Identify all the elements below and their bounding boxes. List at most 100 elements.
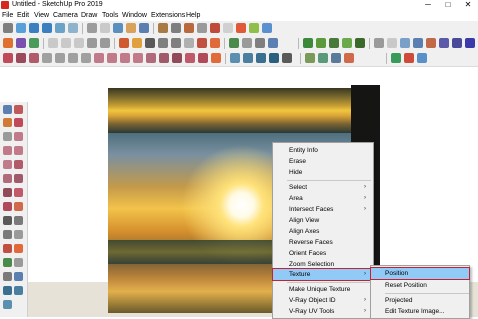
outer-shell-icon[interactable] — [426, 38, 436, 48]
menu-help[interactable]: Help — [186, 11, 200, 20]
menu-item-erase[interactable]: Erase — [273, 156, 373, 167]
follow-me-icon[interactable] — [146, 53, 156, 63]
walk-icon[interactable] — [230, 53, 240, 63]
display-section-icon[interactable] — [465, 38, 475, 48]
share-icon[interactable] — [417, 53, 427, 63]
3d-text-tool-icon[interactable] — [14, 244, 23, 253]
menu-item-align-view[interactable]: Align View — [273, 215, 373, 226]
pencil-icon[interactable] — [14, 118, 23, 127]
polygon-tool-icon[interactable] — [14, 146, 23, 155]
arc-tool-icon[interactable] — [3, 146, 12, 155]
location-icon[interactable] — [305, 53, 315, 63]
intersect-icon[interactable] — [439, 38, 449, 48]
materials-icon[interactable] — [132, 38, 142, 48]
offset-icon[interactable] — [159, 53, 169, 63]
position-camera-icon[interactable] — [256, 53, 266, 63]
menu-item-orient-faces[interactable]: Orient Faces — [273, 248, 373, 259]
polygon-icon[interactable] — [81, 53, 91, 63]
rotate-tool-icon[interactable] — [14, 188, 23, 197]
shaded-icon[interactable] — [113, 23, 123, 33]
push-pull-tool-icon[interactable] — [3, 174, 12, 183]
paste-icon[interactable] — [74, 38, 84, 48]
tape-tool-icon[interactable] — [3, 216, 12, 225]
cube-top-face[interactable] — [108, 88, 351, 133]
warehouse-icon[interactable] — [158, 23, 168, 33]
section-icon[interactable] — [197, 23, 207, 33]
text-tool-icon[interactable] — [184, 38, 194, 48]
menu-extensions[interactable]: Extensions — [151, 11, 185, 20]
menu-item-intersect-faces[interactable]: Intersect Faces › — [273, 204, 373, 215]
solid-trim-icon[interactable] — [400, 38, 410, 48]
advanced-camera-icon[interactable] — [344, 53, 354, 63]
zoom-window-tool-icon[interactable] — [14, 272, 23, 281]
eraser-icon[interactable] — [14, 105, 23, 114]
move-tool-icon[interactable] — [3, 188, 12, 197]
menu-item-hide[interactable]: Hide — [273, 167, 373, 178]
geo-location-icon[interactable] — [318, 53, 328, 63]
tape-measure-icon[interactable] — [145, 38, 155, 48]
follow-me-tool-icon[interactable] — [14, 174, 23, 183]
menu-item-vray-uv-tools[interactable]: V-Ray UV Tools › — [273, 306, 373, 317]
camera-view-icon[interactable] — [16, 23, 26, 33]
solid-split-icon[interactable] — [413, 38, 423, 48]
section-tool-icon[interactable] — [3, 300, 12, 309]
text-tool-icon[interactable] — [14, 230, 23, 239]
menu-item-reverse-faces[interactable]: Reverse Faces — [273, 237, 373, 248]
select-tool-icon[interactable] — [3, 23, 13, 33]
look-around-icon[interactable] — [243, 53, 253, 63]
scale-icon[interactable] — [198, 53, 208, 63]
maximize-button[interactable]: □ — [438, 0, 458, 11]
photo-textures-icon[interactable] — [331, 53, 341, 63]
submenu-item-reset-position[interactable]: Reset Position — [371, 280, 469, 291]
close-button[interactable]: ✕ — [458, 0, 478, 11]
top-view-icon[interactable] — [29, 23, 39, 33]
smoove-icon[interactable] — [316, 38, 326, 48]
pan-tool-icon[interactable] — [14, 258, 23, 267]
cut-icon[interactable] — [48, 38, 58, 48]
minimize-button[interactable]: ─ — [418, 0, 438, 11]
trimble-connect-icon[interactable] — [404, 53, 414, 63]
solid-subtract-icon[interactable] — [387, 38, 397, 48]
rotated-rectangle-icon[interactable] — [55, 53, 65, 63]
sandbox-icon[interactable] — [184, 23, 194, 33]
menu-item-vray-object-id[interactable]: V-Ray Object ID › — [273, 295, 373, 306]
zoom-extents-icon[interactable] — [268, 38, 278, 48]
look-tool-icon[interactable] — [14, 286, 23, 295]
menu-item-area[interactable]: Area › — [273, 193, 373, 204]
component-options-icon[interactable] — [282, 53, 292, 63]
menu-edit[interactable]: Edit — [17, 11, 29, 20]
paint-bucket-icon[interactable] — [119, 38, 129, 48]
flip-icon[interactable] — [211, 53, 221, 63]
dimension-tool-icon[interactable] — [14, 216, 23, 225]
push-pull-icon[interactable] — [133, 53, 143, 63]
section-fill-icon[interactable] — [452, 38, 462, 48]
copy-icon[interactable] — [61, 38, 71, 48]
dimension-icon[interactable] — [158, 38, 168, 48]
vray-material-icon[interactable] — [262, 23, 272, 33]
axes-icon[interactable] — [197, 38, 207, 48]
drape-icon[interactable] — [342, 38, 352, 48]
save-icon[interactable] — [29, 38, 39, 48]
flip-edge-icon[interactable] — [355, 38, 365, 48]
orbit-icon[interactable] — [229, 38, 239, 48]
menu-tools[interactable]: Tools — [102, 11, 118, 20]
offset-tool-icon[interactable] — [14, 202, 23, 211]
3d-text-icon[interactable] — [210, 38, 220, 48]
new-file-icon[interactable] — [3, 38, 13, 48]
submenu-item-projected[interactable]: Projected — [371, 295, 469, 306]
menu-item-select[interactable]: Select › — [273, 182, 373, 193]
protractor-tool-icon[interactable] — [3, 230, 12, 239]
shadow-icon[interactable] — [210, 23, 220, 33]
orbit-tool-icon[interactable] — [3, 258, 12, 267]
pie-icon[interactable] — [120, 53, 130, 63]
2-point-arc-icon[interactable] — [94, 53, 104, 63]
solid-union-icon[interactable] — [374, 38, 384, 48]
rotate-icon[interactable] — [185, 53, 195, 63]
monochrome-icon[interactable] — [139, 23, 149, 33]
terrain-icon[interactable] — [303, 38, 313, 48]
menu-item-texture[interactable]: Texture › — [272, 268, 374, 281]
rect-tool-icon[interactable] — [3, 132, 12, 141]
3-point-arc-icon[interactable] — [107, 53, 117, 63]
menu-item-make-unique-texture[interactable]: Make Unique Texture — [273, 284, 373, 295]
undo-icon[interactable] — [87, 38, 97, 48]
